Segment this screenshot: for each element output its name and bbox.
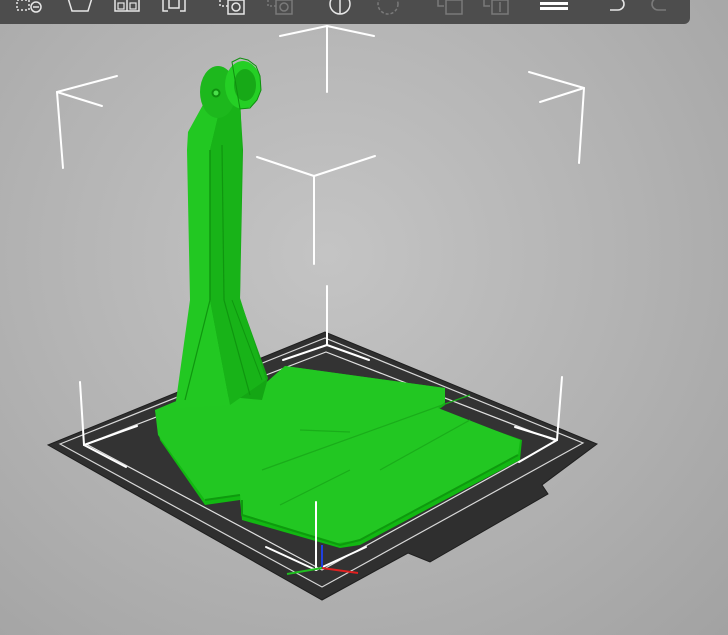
top-toolbar bbox=[0, 0, 690, 24]
layers-editing-icon[interactable] bbox=[436, 0, 464, 18]
search-icon[interactable] bbox=[482, 0, 510, 18]
arrange-icon[interactable] bbox=[66, 0, 94, 18]
redo-icon[interactable] bbox=[642, 0, 670, 18]
paste-icon[interactable] bbox=[160, 0, 188, 18]
add-instance-icon[interactable] bbox=[218, 0, 246, 18]
split-objects-icon[interactable] bbox=[326, 0, 354, 18]
phone-stand-model[interactable] bbox=[155, 57, 522, 548]
layers-icon[interactable] bbox=[540, 0, 568, 18]
scene-canvas[interactable] bbox=[0, 0, 728, 635]
remove-instance-icon[interactable] bbox=[266, 0, 294, 18]
3d-viewport[interactable] bbox=[0, 0, 728, 635]
copy-icon[interactable] bbox=[113, 0, 141, 18]
delete-all-icon[interactable] bbox=[14, 0, 42, 18]
split-parts-icon[interactable] bbox=[374, 0, 402, 18]
undo-icon[interactable] bbox=[606, 0, 634, 18]
